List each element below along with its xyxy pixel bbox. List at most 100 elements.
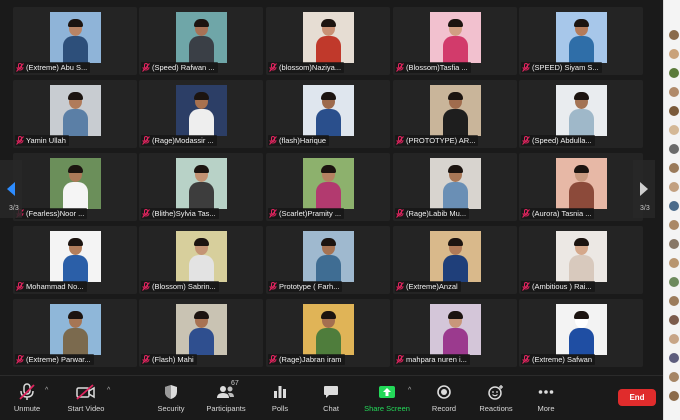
sidebar-avatar[interactable] — [669, 296, 679, 306]
participant-tile[interactable]: (SPEED) Siyam S... — [519, 7, 643, 75]
share-screen-button[interactable]: Share Screen — [362, 376, 412, 420]
avatar-hair — [194, 238, 209, 246]
avatar-body — [443, 255, 468, 282]
participant-tile[interactable]: Prototype ( Farh... — [266, 226, 390, 294]
mic-muted-icon — [142, 209, 150, 218]
sidebar-avatar[interactable] — [669, 220, 679, 230]
participant-tile[interactable]: (Extreme) Parwar... — [13, 299, 137, 367]
sidebar-avatar[interactable] — [669, 30, 679, 40]
participant-tile[interactable]: (flash)Harique — [266, 80, 390, 148]
share-options-caret-icon[interactable]: ^ — [408, 387, 411, 394]
start-video-button[interactable]: Start Video — [62, 376, 110, 420]
avatar-hair — [448, 238, 463, 246]
participant-name-label: (Blossom) Sabrin... — [141, 281, 219, 292]
participant-profile-picture — [50, 231, 101, 282]
participant-name-label: (Flash) Mahi — [141, 354, 197, 365]
avatar-hair — [321, 165, 336, 173]
participant-name: (Scarlet)Pramity ... — [279, 209, 342, 218]
participant-tile[interactable]: (Speed) Abdulla... — [519, 80, 643, 148]
sidebar-avatar[interactable] — [669, 372, 679, 382]
participant-profile-picture — [303, 231, 354, 282]
zoom-meeting-window: (Extreme) Abu S... (Speed) Rafwan ... (blo… — [0, 0, 680, 420]
participant-profile-picture — [50, 158, 101, 209]
participant-tile[interactable]: Mohammad No... — [13, 226, 137, 294]
participant-tile[interactable]: (Rage)Modassir ... — [139, 80, 263, 148]
participant-profile-picture — [556, 304, 607, 355]
participants-button[interactable]: 67 Participants — [202, 376, 250, 420]
participant-name-label: (Aurora) Tasnia ... — [521, 208, 595, 219]
participant-tile[interactable]: (Blithe)Sylvia Tas... — [139, 153, 263, 221]
sidebar-avatar[interactable] — [669, 49, 679, 59]
sidebar-avatar[interactable] — [669, 258, 679, 268]
video-options-caret-icon[interactable]: ^ — [107, 387, 110, 394]
avatar-hair — [68, 311, 83, 319]
avatar-body — [316, 109, 341, 136]
avatar-body — [63, 255, 88, 282]
participant-tile[interactable]: (Rage)Jabran iram — [266, 299, 390, 367]
participant-name: (PROTOTYPE) AR... — [406, 136, 476, 145]
participant-name-label: Prototype ( Farh... — [268, 281, 343, 292]
sidebar-avatar[interactable] — [669, 106, 679, 116]
participant-tile[interactable]: (Ambitious ) Rai... — [519, 226, 643, 294]
participant-name-label: mahpara nuren i... — [395, 354, 470, 365]
participant-name: (Ambitious ) Rai... — [532, 282, 592, 291]
participant-tile[interactable]: (Extreme)Anzal — [393, 226, 517, 294]
participant-tile[interactable]: (blossom)Naziya... — [266, 7, 390, 75]
mic-muted-icon — [142, 282, 150, 291]
sidebar-avatar[interactable] — [669, 239, 679, 249]
avatar-body — [189, 328, 214, 355]
sidebar-avatar[interactable] — [669, 182, 679, 192]
reactions-button[interactable]: Reactions — [476, 376, 516, 420]
sidebar-avatar[interactable] — [669, 201, 679, 211]
participants-icon: 67 — [216, 380, 239, 401]
participant-name-label: (Extreme) Safwan — [521, 354, 596, 365]
sidebar-avatar[interactable] — [669, 144, 679, 154]
participant-name-label: (Fearless)Noor ... — [15, 208, 88, 219]
unmute-button[interactable]: Unmute — [8, 376, 46, 420]
participant-tile[interactable]: (PROTOTYPE) AR... — [393, 80, 517, 148]
record-icon — [434, 383, 454, 401]
participant-profile-picture — [303, 304, 354, 355]
participant-tile[interactable]: (Speed) Rafwan ... — [139, 7, 263, 75]
security-button[interactable]: Security — [152, 376, 190, 420]
participant-tile[interactable]: (Blossom) Sabrin... — [139, 226, 263, 294]
polls-button[interactable]: Polls — [262, 376, 298, 420]
mic-muted-icon — [269, 355, 277, 364]
participant-name: (Extreme) Parwar... — [26, 355, 91, 364]
sidebar-avatar[interactable] — [669, 277, 679, 287]
mic-muted-icon — [522, 63, 530, 72]
end-meeting-button[interactable]: End — [618, 389, 656, 406]
record-button[interactable]: Record — [426, 376, 462, 420]
participant-name-label: (SPEED) Siyam S... — [521, 62, 602, 73]
sidebar-avatar[interactable] — [669, 68, 679, 78]
participant-name: (Rage)Modassir ... — [152, 136, 214, 145]
participant-tile[interactable]: (Aurora) Tasnia ... — [519, 153, 643, 221]
participant-tile[interactable]: (Blossom)Tasfia ... — [393, 7, 517, 75]
participant-tile[interactable]: (Fearless)Noor ... — [13, 153, 137, 221]
participant-tile[interactable]: Yamin Ullah — [13, 80, 137, 148]
participant-tile[interactable]: (Extreme) Abu S... — [13, 7, 137, 75]
sidebar-avatar[interactable] — [669, 87, 679, 97]
mic-muted-icon — [142, 136, 150, 145]
sidebar-avatar[interactable] — [669, 391, 679, 401]
sidebar-avatar[interactable] — [669, 353, 679, 363]
participant-tile[interactable]: (Flash) Mahi — [139, 299, 263, 367]
participant-tile[interactable]: (Rage)Labib Mu... — [393, 153, 517, 221]
audio-options-caret-icon[interactable]: ^ — [45, 387, 48, 394]
participant-tile[interactable]: (Extreme) Safwan — [519, 299, 643, 367]
participant-tile[interactable]: mahpara nuren i... — [393, 299, 517, 367]
participant-grid: (Extreme) Abu S... (Speed) Rafwan ... (blo… — [13, 7, 645, 373]
participant-profile-picture — [556, 85, 607, 136]
participant-profile-picture — [556, 158, 607, 209]
mic-muted-icon — [396, 63, 404, 72]
sidebar-avatar[interactable] — [669, 334, 679, 344]
sidebar-avatar[interactable] — [669, 125, 679, 135]
sidebar-avatar[interactable] — [669, 315, 679, 325]
participant-profile-picture — [430, 158, 481, 209]
participant-profile-picture — [303, 85, 354, 136]
chat-button[interactable]: Chat — [313, 376, 349, 420]
sidebar-avatar[interactable] — [669, 163, 679, 173]
more-label: More — [537, 404, 555, 413]
more-button[interactable]: More — [528, 376, 564, 420]
participant-tile[interactable]: (Scarlet)Pramity ... — [266, 153, 390, 221]
